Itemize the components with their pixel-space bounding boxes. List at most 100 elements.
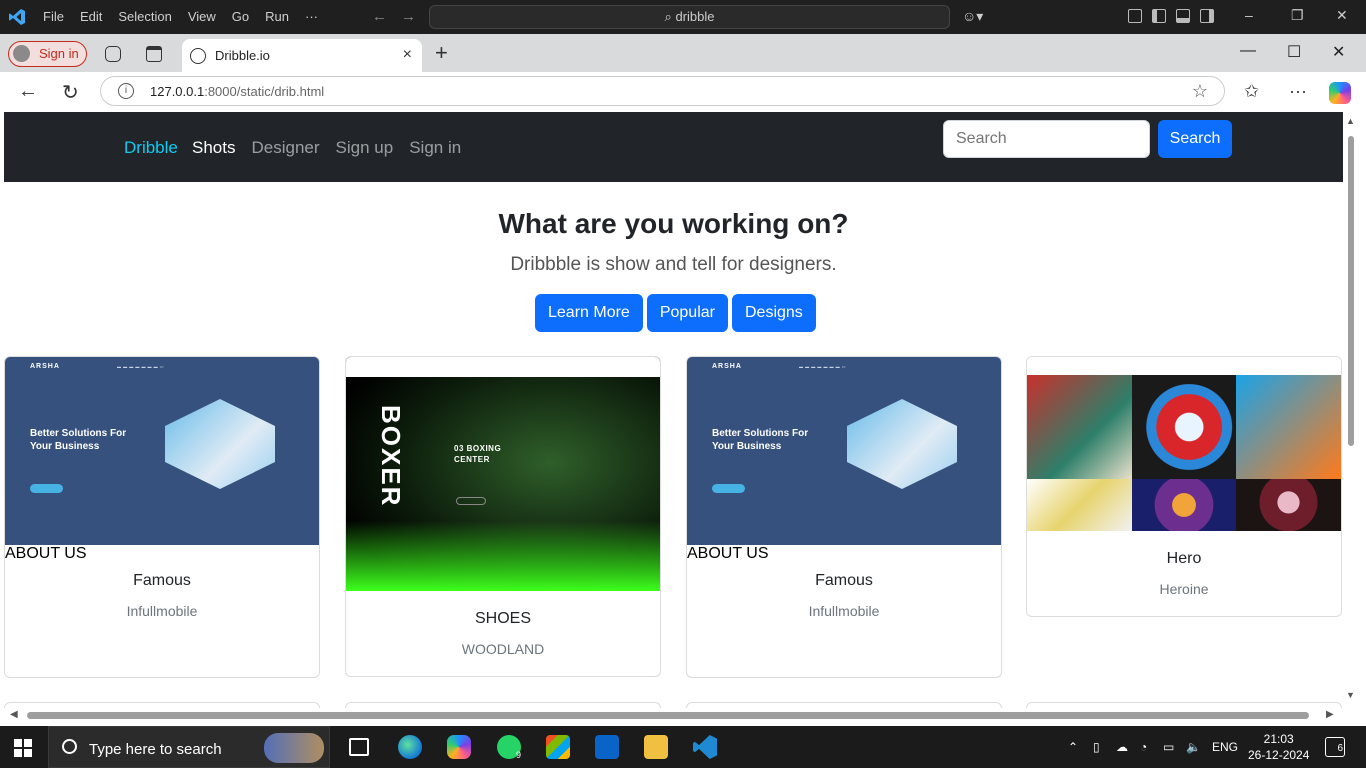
search-icon: ⌕ [664,9,672,24]
language-indicator[interactable]: ENG [1212,740,1238,754]
tab-actions-icon[interactable] [146,46,162,62]
boxer-button-decoration [456,497,486,505]
nav-links: Shots Designer Sign up Sign in [192,138,477,158]
taskbar-search-text: Type here to search [89,741,222,758]
search-button[interactable]: Search [1158,120,1232,158]
mosaic-tile-2 [1131,375,1237,479]
layout-customize-icon[interactable] [1128,9,1142,23]
nav-link-shots[interactable]: Shots [192,138,235,158]
vscode-logo-icon [9,9,25,25]
new-tab-icon[interactable]: + [435,40,448,66]
scroll-left-icon[interactable]: ◀ [10,709,18,720]
scroll-up-icon[interactable]: ▲ [1346,116,1355,126]
battery-icon[interactable]: ▭ [1163,740,1174,754]
nav-link-designer[interactable]: Designer [251,138,319,158]
menu-edit[interactable]: Edit [80,9,102,24]
menu-more[interactable]: ··· [305,9,318,24]
profile-sign-in-button[interactable]: Sign in [8,41,87,67]
mosaic-tile-6 [1236,479,1341,531]
browser-close-icon[interactable]: ✕ [1332,42,1345,62]
favorite-star-icon[interactable]: ☆ [1192,81,1208,102]
browser-minimize-icon[interactable]: — [1240,42,1256,60]
edge-copilot-icon[interactable] [1329,82,1351,104]
toggle-panel-icon[interactable] [1176,9,1190,23]
windows-start-icon[interactable] [14,739,32,757]
site-info-icon[interactable]: i [118,83,134,99]
page-viewport: Dribble Shots Designer Sign up Sign in S… [4,112,1343,710]
tab-title: Dribble.io [215,48,270,63]
close-tab-icon[interactable]: × [403,46,412,64]
designs-button[interactable]: Designs [731,294,816,332]
search-input[interactable] [943,120,1150,158]
hero-subtitle: Dribbble is show and tell for designers. [510,254,837,275]
hero-title: What are you working on? [498,208,849,239]
card-subtitle: Infullmobile [808,603,880,619]
horizontal-scroll-thumb[interactable] [27,712,1309,719]
menu-go[interactable]: Go [232,9,249,24]
back-icon[interactable]: ← [18,80,38,103]
show-hidden-icons[interactable]: ⌃ [1068,740,1078,754]
scroll-right-icon[interactable]: ▶ [1326,709,1334,720]
vertical-scroll-thumb[interactable] [1348,136,1354,446]
isometric-illustration [847,399,957,489]
card-famous-1[interactable]: ARSHA ▬ ▬ ▬ ▬ ▬ ▬ ▬ ▭ Better Solutions F… [4,356,320,678]
card-title: Famous [133,572,191,589]
menu-view[interactable]: View [188,9,216,24]
minimize-icon[interactable]: – [1245,7,1253,23]
navbar-brand[interactable]: Dribble [124,138,178,158]
popular-button[interactable]: Popular [646,294,728,332]
card-title: Famous [815,572,873,589]
nav-link-sign-in[interactable]: Sign in [409,138,461,158]
menu-run[interactable]: Run [265,9,289,24]
device-icon[interactable]: ▯ [1093,740,1100,754]
mosaic-header-decoration [1027,357,1341,375]
menu-file[interactable]: File [43,9,64,24]
close-icon[interactable]: ✕ [1336,7,1348,24]
isometric-illustration [165,399,275,489]
weather-cloud-icon[interactable]: ☁ [1116,740,1128,754]
card-image-arsha: ARSHA ▬ ▬ ▬ ▬ ▬ ▬ ▬ ▭ Better Solutions F… [687,357,1001,563]
workspaces-icon[interactable] [105,46,121,62]
volume-icon[interactable]: 🔈 [1186,740,1201,754]
url-field[interactable]: i 127.0.0.1:8000/static/drib.html ☆ [100,76,1225,106]
taskbar-search-box[interactable]: Type here to search [48,726,330,768]
vscode-taskbar-icon[interactable] [693,735,717,759]
scroll-down-icon[interactable]: ▼ [1346,690,1355,700]
copilot-taskbar-icon[interactable] [447,735,471,759]
card-famous-2[interactable]: ARSHA ▬ ▬ ▬ ▬ ▬ ▬ ▬ ▭ Better Solutions F… [686,356,1002,678]
arsha-logo-text: ARSHA [30,363,60,370]
outlook-icon[interactable] [595,735,619,759]
arsha-about-label: ABOUT US [5,545,87,562]
card-shoes[interactable]: BOXER 03 BOXING CENTER SHOES WOODLAND [345,356,661,677]
favorites-icon[interactable]: ✩ [1244,81,1259,102]
search-icon [62,739,77,754]
arsha-get-started-decoration [712,484,745,493]
copilot-icon[interactable]: ☺▾ [962,8,983,25]
browser-maximize-icon[interactable]: ☐ [1287,42,1301,62]
system-clock[interactable]: 21:03 26-12-2024 [1248,731,1309,763]
horizontal-scrollbar[interactable]: ◀ ▶ [0,708,1343,726]
edge-taskbar-icon[interactable] [398,735,422,759]
vscode-nav-arrows[interactable]: ←→ [372,8,430,25]
whatsapp-icon[interactable]: 9 [497,735,521,760]
toggle-sidebar-icon[interactable] [1152,9,1166,23]
site-navbar: Dribble Shots Designer Sign up Sign in S… [4,112,1343,182]
more-options-icon[interactable]: ··· [1289,81,1307,102]
task-view-icon[interactable] [349,738,369,756]
learn-more-button[interactable]: Learn More [535,294,643,332]
windows-taskbar: Type here to search 9 ⌃ ▯ ☁ ◔ ▭ 🔈 ENG 21… [0,726,1366,768]
notifications-icon[interactable]: 6 [1325,737,1345,757]
refresh-icon[interactable]: ↻ [62,80,79,105]
card-title: Hero [1166,550,1202,567]
restore-icon[interactable]: ❐ [1291,7,1304,24]
vertical-scrollbar[interactable]: ▲ ▼ [1343,112,1366,710]
command-center[interactable]: ⌕ dribble [429,5,950,29]
file-explorer-icon[interactable] [644,735,668,759]
card-hero[interactable]: Hero Heroine [1026,356,1342,617]
store-icon[interactable] [546,735,570,759]
nav-link-sign-up[interactable]: Sign up [336,138,394,158]
network-wifi-icon[interactable]: ◔ [1140,740,1147,754]
toggle-secondary-sidebar-icon[interactable] [1200,9,1214,23]
browser-tab-active[interactable]: Dribble.io × [182,39,422,72]
menu-selection[interactable]: Selection [118,9,171,24]
